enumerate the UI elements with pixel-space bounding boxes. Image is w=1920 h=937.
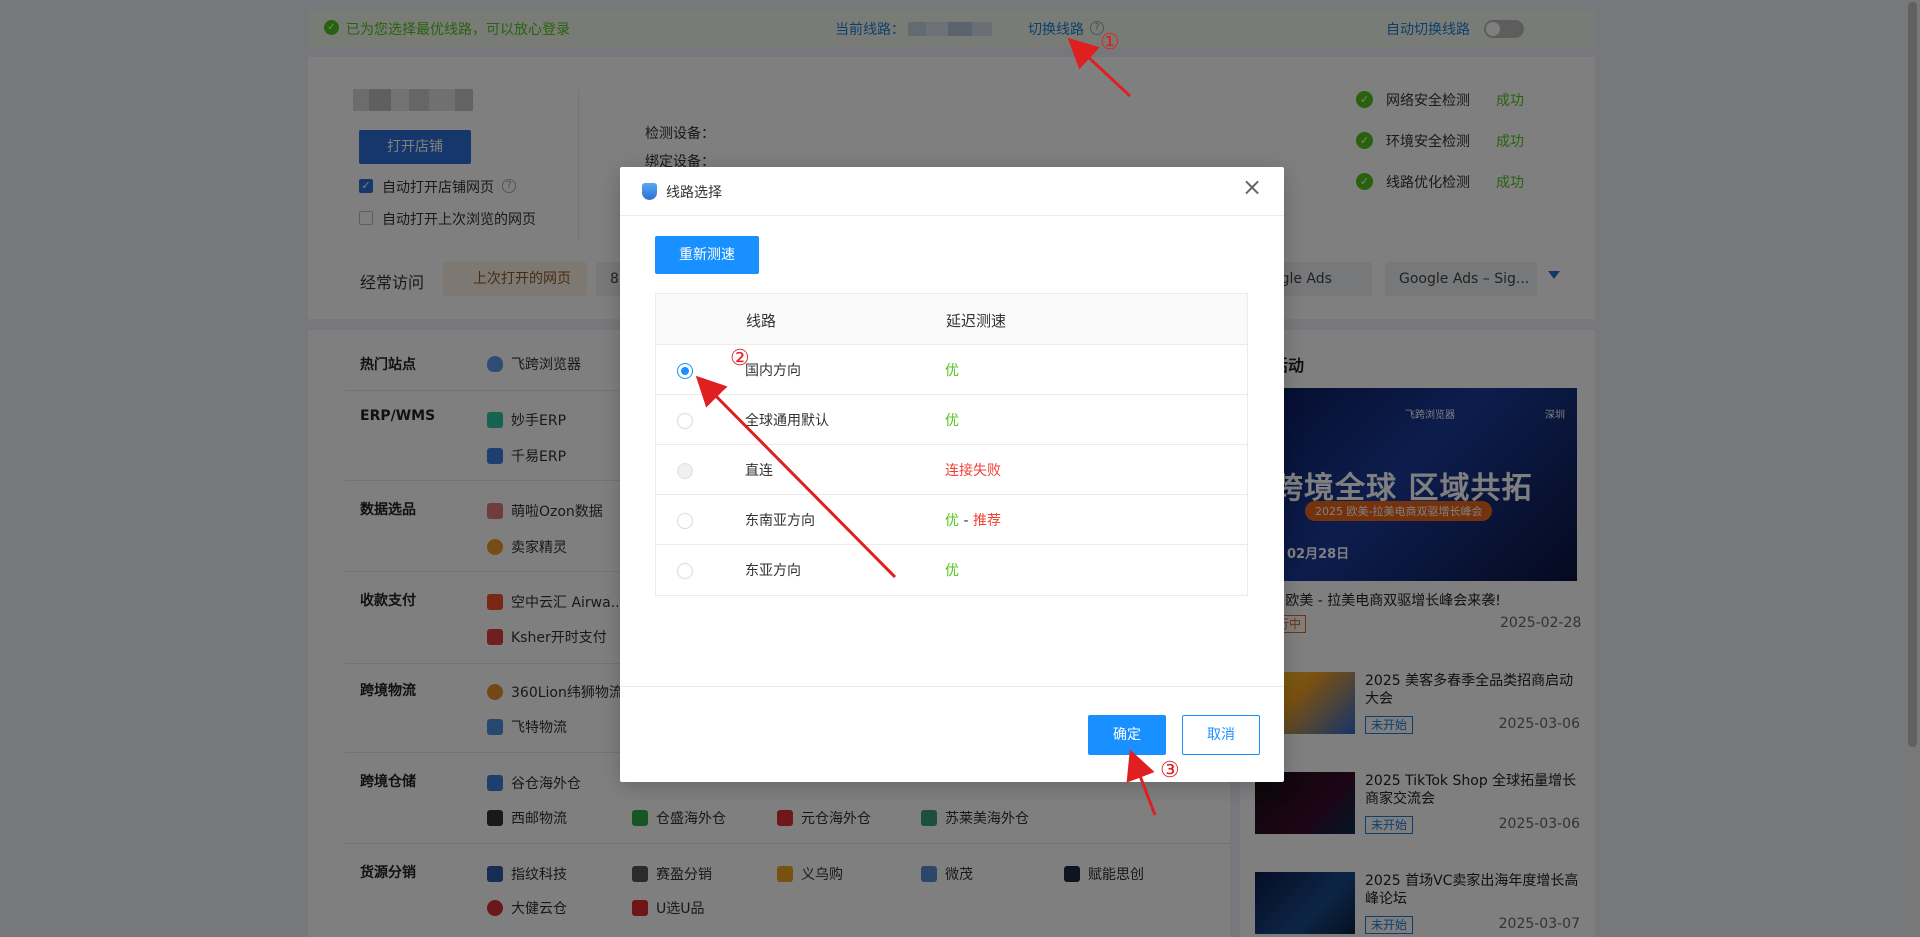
annotation-step-3: ③: [1160, 758, 1180, 783]
annotation-step-1: ①: [1100, 30, 1120, 55]
arrow-to-domestic-radio: [695, 375, 897, 579]
annotation-arrows: [695, 37, 1157, 816]
arrow-to-confirm-button: [1126, 749, 1157, 816]
annotation-step-2: ②: [730, 346, 750, 371]
